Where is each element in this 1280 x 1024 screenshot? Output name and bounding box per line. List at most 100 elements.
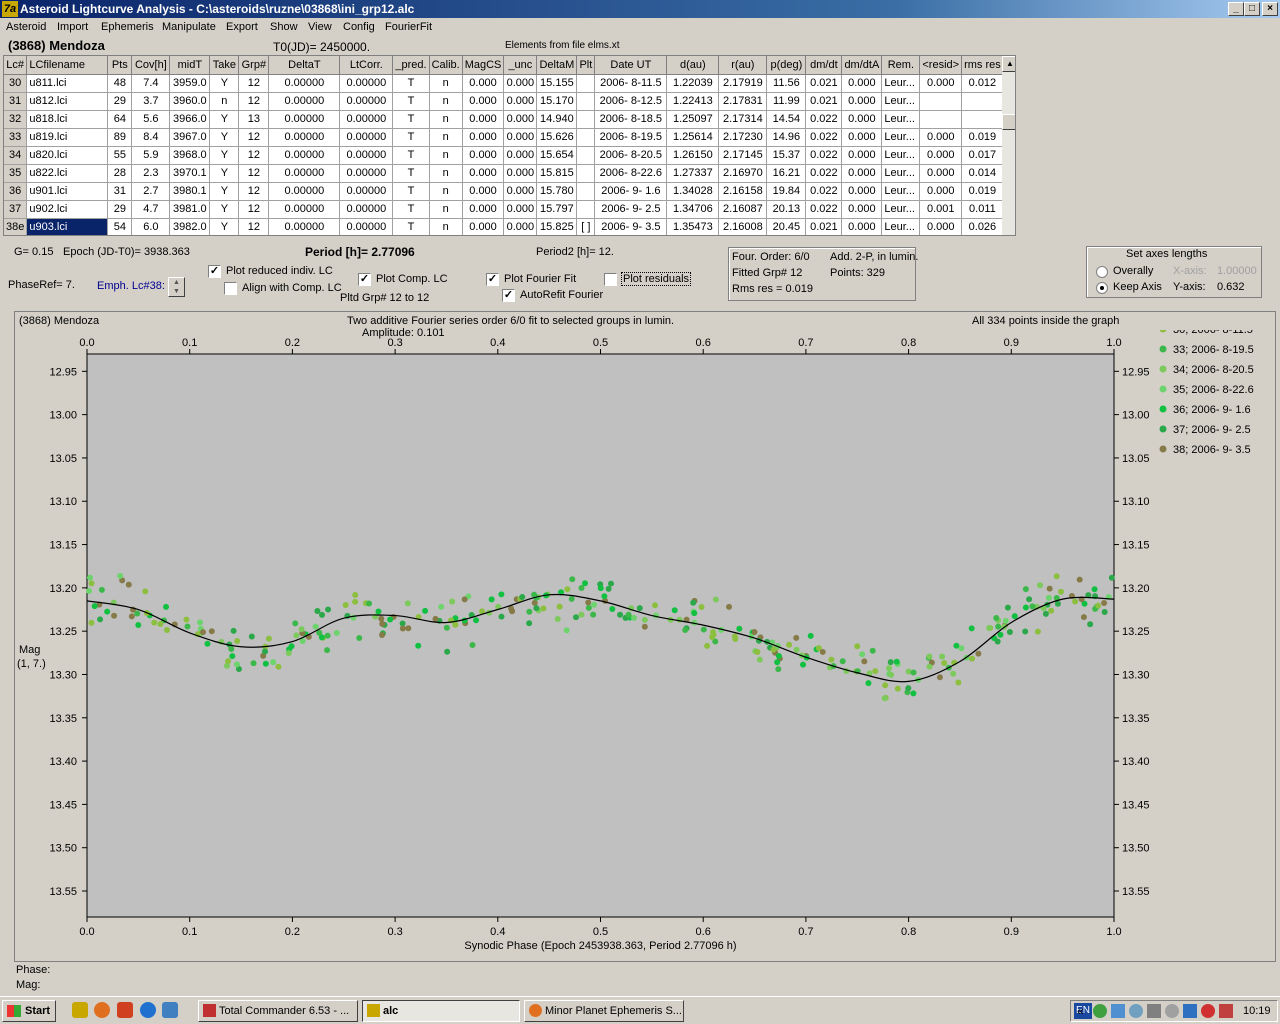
internet-explorer-icon[interactable] [140,1002,156,1018]
legend-entry[interactable]: 36; 2006- 9- 1.6 [1173,404,1251,416]
table-cell[interactable]: 2.17314 [718,110,768,129]
table-cell[interactable]: 0.014 [961,164,1004,183]
column-header[interactable]: rms res [961,56,1004,75]
y-axis-value[interactable]: 0.632 [1217,281,1245,293]
table-cell[interactable]: 0.000 [462,128,505,147]
table-cell[interactable]: [ ] [576,218,596,235]
table-cell[interactable] [576,146,596,165]
table-cell[interactable] [576,164,596,183]
table-cell[interactable]: n [429,92,463,111]
table-cell[interactable]: 0.000 [462,110,505,129]
table-cell[interactable]: n [429,164,463,183]
table-row[interactable]: 36 u901.lci 31 2.7 3980.1 Y 12 0.00000 0.00000 Tn… [4,182,1004,201]
show-desktop-icon[interactable] [162,1002,178,1018]
table-cell[interactable]: 0.000 [841,182,883,201]
table-cell[interactable]: 2006- 8-18.5 [594,110,668,129]
plot-reduced-checkbox[interactable]: ✓ [208,265,221,278]
table-cell[interactable]: 12 [238,92,270,111]
column-header[interactable]: Calib. [429,56,463,75]
table-cell[interactable] [919,110,963,129]
table-cell[interactable]: 0.00000 [268,200,341,219]
tray-speaker-icon[interactable] [1165,1004,1179,1018]
table-cell[interactable] [576,110,596,129]
table-cell[interactable]: 4.7 [131,200,171,219]
table-cell[interactable]: 0.000 [462,74,505,93]
spin-down-icon[interactable]: ▼ [169,287,184,296]
table-cell[interactable]: 12 [238,218,270,235]
table-row[interactable]: 31 u812.lci 29 3.7 3960.0 n 12 0.00000 0.00000 Tn… [4,92,1004,111]
table-cell[interactable]: 1.25614 [666,128,720,147]
column-header[interactable]: Lc# [4,56,28,75]
table-cell[interactable]: 0.00000 [339,218,394,235]
overally-radio[interactable] [1096,266,1108,278]
legend-entry[interactable]: 37; 2006- 9- 2.5 [1173,424,1251,436]
table-cell[interactable]: 0.000 [503,200,538,219]
table-cell[interactable]: 30 [4,74,28,93]
table-cell[interactable] [576,200,596,219]
table-cell[interactable]: 15.815 [536,164,578,183]
table-cell[interactable]: 3966.0 [169,110,211,129]
table-cell[interactable]: 0.000 [503,128,538,147]
table-cell[interactable]: 12 [238,146,270,165]
table-cell[interactable]: 0.019 [961,128,1004,147]
table-cell[interactable]: u903.lci [26,218,109,235]
table-cell[interactable]: 31 [107,182,133,201]
table-cell[interactable]: 3959.0 [169,74,211,93]
column-header[interactable]: _unc [503,56,538,75]
table-cell[interactable]: 2.17831 [718,92,768,111]
table-cell[interactable]: 3968.0 [169,146,211,165]
task-total-commander[interactable]: Total Commander 6.53 - ... [198,1000,358,1022]
tray-bluetooth-icon[interactable] [1129,1004,1143,1018]
table-cell[interactable]: 1.34706 [666,200,720,219]
table-cell[interactable]: 1.35473 [666,218,720,235]
table-cell[interactable]: n [429,146,463,165]
table-cell[interactable]: 2006- 8-19.5 [594,128,668,147]
table-cell[interactable]: 31 [4,92,28,111]
menu-config[interactable]: Config [343,21,375,33]
table-cell[interactable]: 0.00000 [339,164,394,183]
table-cell[interactable]: 35 [4,164,28,183]
table-cell[interactable]: 0.000 [841,164,883,183]
table-cell[interactable]: 2.16970 [718,164,768,183]
table-row[interactable]: 35 u822.lci 28 2.3 3970.1 Y 12 0.00000 0.00000 Tn… [4,164,1004,183]
table-cell[interactable]: 36 [4,182,28,201]
table-cell[interactable]: 0.000 [503,182,538,201]
table-cell[interactable]: 15.825 [536,218,578,235]
column-header[interactable]: DeltaM [536,56,578,75]
legend-entry[interactable]: 34; 2006- 8-20.5 [1173,364,1254,376]
table-cell[interactable]: 0.022 [805,182,843,201]
browser-icon[interactable] [117,1002,133,1018]
firefox-icon[interactable] [94,1002,110,1018]
table-cell[interactable]: Leur... [881,74,921,93]
menu-manipulate[interactable]: Manipulate [162,21,216,33]
column-header[interactable]: LtCorr. [339,56,394,75]
table-cell[interactable]: 7.4 [131,74,171,93]
table-cell[interactable]: 3981.0 [169,200,211,219]
table-cell[interactable]: 15.37 [766,146,807,165]
table-cell[interactable]: 0.011 [961,200,1004,219]
column-header[interactable]: Date UT [594,56,668,75]
table-cell[interactable]: 0.000 [919,218,963,235]
table-cell[interactable]: T [392,110,430,129]
table-cell[interactable]: 0.00000 [268,182,341,201]
table-cell[interactable]: 0.00000 [339,92,394,111]
table-cell[interactable]: 15.170 [536,92,578,111]
table-cell[interactable]: 0.017 [961,146,1004,165]
table-cell[interactable]: 0.000 [841,218,883,235]
table-cell[interactable]: 5.9 [131,146,171,165]
clock[interactable]: 10:19 [1243,1005,1271,1017]
table-cell[interactable]: 0.012 [961,74,1004,93]
legend-entry[interactable]: 30; 2006- 8-11.5 [1173,330,1253,336]
table-cell[interactable]: 0.000 [462,146,505,165]
table-cell[interactable]: T [392,164,430,183]
table-cell[interactable]: 2.17919 [718,74,768,93]
keep-axis-radio[interactable] [1096,282,1108,294]
table-cell[interactable]: 3980.1 [169,182,211,201]
table-cell[interactable]: 2006- 8-11.5 [594,74,668,93]
table-cell[interactable]: Leur... [881,92,921,111]
table-cell[interactable]: Leur... [881,218,921,235]
table-cell[interactable]: 0.000 [503,164,538,183]
tray-security-icon[interactable] [1219,1004,1233,1018]
legend-entry[interactable]: 35; 2006- 8-22.6 [1173,384,1254,396]
table-cell[interactable]: Leur... [881,182,921,201]
